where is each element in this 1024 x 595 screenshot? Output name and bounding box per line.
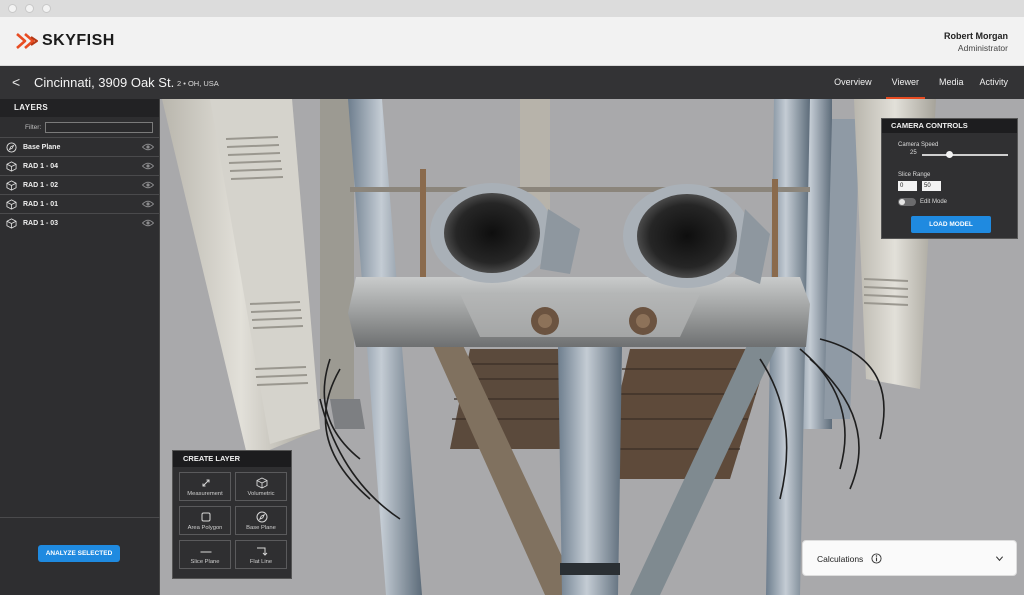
volumetric-tool-button[interactable]: Volumetric [235, 472, 287, 501]
layer-item-base-plane[interactable]: Base Plane [0, 137, 159, 156]
window-zoom-button[interactable] [42, 4, 51, 13]
measurement-tool-label: Measurement [187, 491, 223, 497]
back-button[interactable]: < [12, 74, 20, 90]
area-polygon-tool-button[interactable]: Area Polygon [179, 506, 231, 535]
base-plane-tool-label: Base Plane [246, 525, 276, 531]
camera-speed-value: 25 [910, 150, 917, 156]
brand-name: SKYFISH [42, 32, 115, 49]
eye-icon[interactable] [142, 200, 154, 208]
layer-item-rad-1-02[interactable]: RAD 1 - 02 [0, 175, 159, 194]
compass-icon [256, 511, 268, 523]
app-window: SKYFISH Robert Morgan Administrator < Ci… [0, 0, 1024, 595]
camera-controls-title: CAMERA CONTROLS [882, 119, 1017, 133]
area-polygon-tool-label: Area Polygon [187, 525, 223, 531]
eye-icon[interactable] [142, 143, 154, 151]
square-icon [201, 512, 211, 522]
create-layer-panel: CREATE LAYER Measurement Volumetric Area… [172, 450, 292, 579]
sidebar-divider [0, 517, 160, 518]
layer-label: RAD 1 - 01 [23, 200, 59, 208]
window-minimize-button[interactable] [25, 4, 34, 13]
tab-activity[interactable]: Activity [971, 66, 1024, 99]
camera-controls-panel: CAMERA CONTROLS Camera Speed 25 Slice Ra… [881, 118, 1018, 239]
eye-icon[interactable] [142, 181, 154, 189]
tab-overview[interactable]: Overview [826, 66, 880, 99]
create-layer-title: CREATE LAYER [173, 451, 291, 467]
camera-speed-slider[interactable] [922, 154, 1008, 156]
location-bar: < Cincinnati, 3909 Oak St. 2 • OH, USA O… [0, 66, 1024, 99]
measurement-tool-button[interactable]: Measurement [179, 472, 231, 501]
info-icon[interactable] [871, 553, 882, 564]
skyfish-logo-icon [16, 33, 38, 49]
view-tabs: Overview Viewer Media Activity [826, 66, 1024, 99]
edit-mode-label: Edit Mode [920, 199, 948, 205]
eye-icon[interactable] [142, 162, 154, 170]
camera-speed-slider-handle[interactable] [946, 151, 953, 158]
chevron-left-icon: < [12, 74, 21, 90]
layers-title: LAYERS [0, 99, 159, 117]
volumetric-tool-label: Volumetric [247, 491, 275, 497]
corner-arrow-icon [257, 547, 268, 556]
line-icon [200, 551, 212, 553]
arrows-expand-icon [202, 479, 210, 487]
layer-item-rad-1-01[interactable]: RAD 1 - 01 [0, 194, 159, 213]
location-title: Cincinnati, 3909 Oak St. [34, 75, 175, 90]
window-titlebar [0, 0, 1024, 17]
layers-panel: LAYERS Filter: Base Plane RAD 1 - 04 RAD… [0, 99, 160, 595]
slice-range-label: Slice Range [898, 172, 931, 178]
app-header: SKYFISH Robert Morgan Administrator [0, 17, 1024, 66]
user-role: Administrator [957, 43, 1008, 53]
slice-range-min-input[interactable]: 0 [898, 181, 917, 191]
cube-icon [6, 180, 17, 190]
camera-speed-label: Camera Speed [898, 142, 939, 148]
cube-icon [6, 199, 17, 209]
location-subtitle: 2 • OH, USA [177, 79, 219, 88]
tab-viewer[interactable]: Viewer [880, 66, 931, 99]
chevron-down-icon[interactable] [995, 554, 1004, 563]
layer-label: Base Plane [23, 143, 61, 151]
base-plane-tool-button[interactable]: Base Plane [235, 506, 287, 535]
layer-label: RAD 1 - 04 [23, 162, 59, 170]
filter-label: Filter: [25, 123, 42, 131]
slice-plane-tool-label: Slice Plane [190, 559, 220, 565]
user-menu[interactable]: Robert Morgan Administrator [944, 31, 1008, 53]
layer-label: RAD 1 - 03 [23, 219, 59, 227]
analyze-selected-button[interactable]: ANALYZE SELECTED [38, 545, 120, 562]
slice-plane-tool-button[interactable]: Slice Plane [179, 540, 231, 569]
load-model-button[interactable]: LOAD MODEL [911, 216, 991, 233]
edit-mode-toggle[interactable] [898, 198, 916, 206]
flat-line-tool-label: Flat Line [249, 559, 273, 565]
layer-item-rad-1-03[interactable]: RAD 1 - 03 [0, 213, 159, 232]
slice-range-max-input[interactable]: 50 [922, 181, 941, 191]
layer-label: RAD 1 - 02 [23, 181, 59, 189]
filter-row: Filter: [0, 117, 159, 137]
eye-icon[interactable] [142, 219, 154, 227]
compass-icon [6, 141, 17, 153]
user-name: Robert Morgan [944, 31, 1008, 41]
window-close-button[interactable] [8, 4, 17, 13]
cube-icon [6, 218, 17, 228]
cube-icon [6, 161, 17, 171]
tab-media[interactable]: Media [931, 66, 972, 99]
cube-icon [256, 477, 268, 489]
flat-line-tool-button[interactable]: Flat Line [235, 540, 287, 569]
filter-input[interactable] [45, 121, 154, 133]
brand-logo[interactable]: SKYFISH [16, 32, 115, 50]
layer-item-rad-1-04[interactable]: RAD 1 - 04 [0, 156, 159, 175]
calculations-label: Calculations [817, 554, 864, 564]
calculations-panel[interactable]: Calculations [802, 540, 1017, 576]
